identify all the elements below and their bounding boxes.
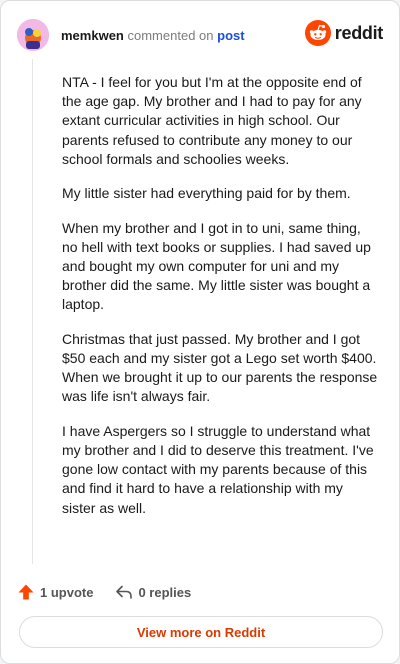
reddit-snoo-icon [304,20,331,46]
replies-count: 0 replies [138,584,192,600]
post-link[interactable]: post [217,28,244,43]
reddit-wordmark: reddit [334,22,384,43]
view-more-on-reddit-button[interactable]: View more on Reddit [19,616,383,648]
comment-body: NTA - I feel for you but I'm at the oppo… [62,73,378,533]
avatar-image [17,19,49,51]
thread-line [32,59,33,564]
embedded-comment-card: memkwen commented on post reddit NTA - I… [0,0,400,664]
comment-actions: 1 upvote 0 replies [17,581,191,603]
upvote-button[interactable]: 1 upvote [17,583,93,601]
reply-arrow-icon [116,585,133,599]
username[interactable]: memkwen [61,28,124,43]
comment-paragraph: I have Aspergers so I struggle to unders… [62,422,374,516]
avatar[interactable] [17,19,49,51]
comment-header: memkwen commented on post reddit [17,17,383,53]
replies-button[interactable]: 0 replies [115,583,191,601]
commented-on-text: commented on [127,27,214,43]
upvote-arrow-icon [18,584,34,600]
comment-paragraph: My little sister had everything paid for… [62,185,351,202]
upvote-count: 1 upvote [40,584,94,600]
comment-paragraph: NTA - I feel for you but I'm at the oppo… [62,74,362,167]
comment-paragraph: When my brother and I got in to uni, sam… [62,219,371,313]
comment-meta: memkwen commented on post [61,28,245,43]
comment-paragraph: Christmas that just passed. My brother a… [62,330,378,405]
reddit-logo[interactable]: reddit [304,20,384,46]
